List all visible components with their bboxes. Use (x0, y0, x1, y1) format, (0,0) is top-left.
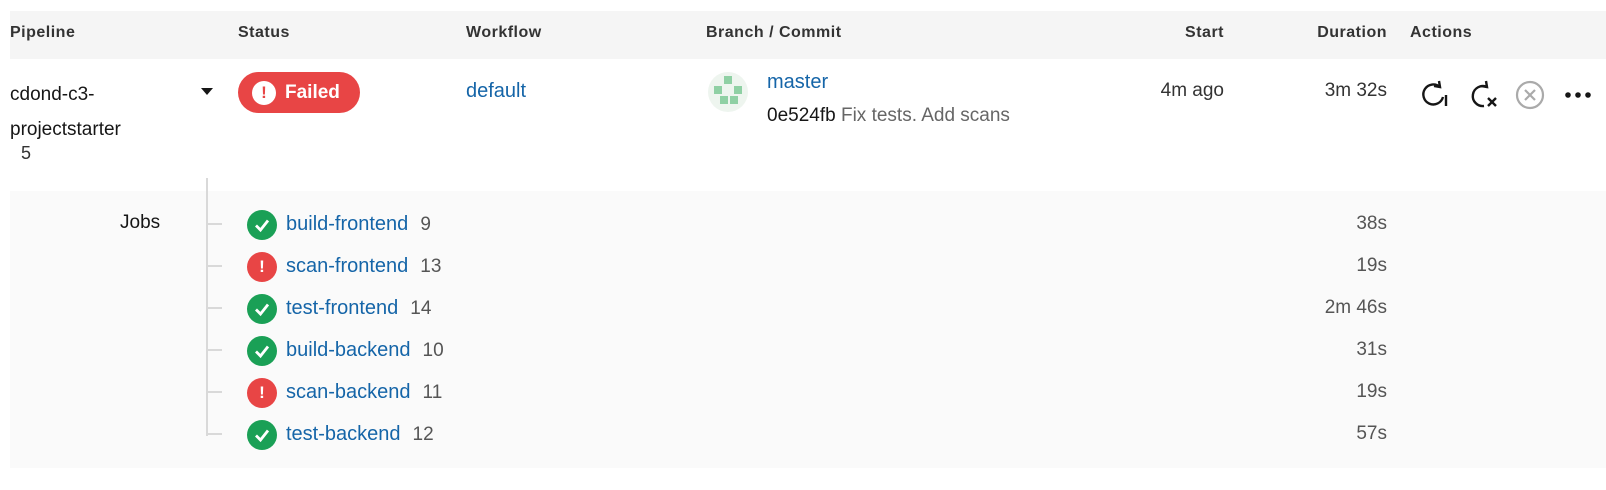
pipeline-name: cdond-c3-projectstarter (10, 84, 121, 140)
avatar (708, 72, 748, 112)
job-number: 13 (420, 256, 442, 277)
tree-branch (208, 307, 222, 309)
column-header-pipeline: Pipeline (10, 24, 76, 41)
table-row: ! scan-frontend 13 19s (0, 245, 1606, 287)
job-link[interactable]: scan-frontend (286, 255, 408, 277)
commit-info: 0e524fb Fix tests. Add scans (767, 105, 1010, 127)
tree-branch (208, 433, 222, 435)
error-icon: ! (247, 252, 277, 282)
column-header-workflow: Workflow (466, 24, 542, 41)
more-icon[interactable] (1561, 78, 1595, 112)
job-link[interactable]: test-backend (286, 423, 401, 445)
error-icon: ! (247, 378, 277, 408)
pipeline-number: 5 (21, 143, 32, 163)
tree-branch (208, 223, 222, 225)
table-row: build-frontend 9 38s (0, 203, 1606, 245)
job-link[interactable]: test-frontend (286, 297, 398, 319)
table-row: ! scan-backend 11 19s (0, 371, 1606, 413)
job-link[interactable]: build-backend (286, 339, 411, 361)
table-row: test-backend 12 57s (0, 413, 1606, 455)
pipeline-duration: 3m 32s (1324, 80, 1387, 101)
table-row: test-frontend 14 2m 46s (0, 287, 1606, 329)
job-name: build-backend 10 (286, 339, 444, 362)
tree-branch (208, 265, 222, 267)
success-icon (247, 210, 277, 240)
job-duration: 2m 46s (1324, 297, 1387, 318)
column-header-status: Status (238, 24, 290, 41)
success-icon (247, 294, 277, 324)
job-name: test-backend 12 (286, 423, 434, 446)
pipeline-start: 4m ago (1160, 80, 1224, 101)
column-header-start: Start (1185, 24, 1224, 41)
job-number: 10 (422, 340, 444, 361)
error-icon: ! (252, 80, 276, 105)
rerun-icon[interactable] (1418, 78, 1452, 112)
status-badge[interactable]: ! Failed (238, 72, 360, 113)
tree-branch (208, 349, 222, 351)
commit-message: Fix tests. Add scans (840, 105, 1010, 126)
workflow-link[interactable]: default (466, 80, 526, 103)
column-header-actions: Actions (1410, 24, 1473, 41)
expand-caret-icon[interactable] (201, 88, 213, 95)
job-duration: 38s (1356, 213, 1387, 234)
column-header-branch-commit: Branch / Commit (706, 24, 842, 41)
tree-branch (208, 391, 222, 393)
table-row: build-backend 10 31s (0, 329, 1606, 371)
success-icon (247, 336, 277, 366)
status-label: Failed (285, 81, 340, 103)
job-duration: 57s (1356, 423, 1387, 444)
success-icon (247, 420, 277, 450)
job-number: 11 (422, 382, 443, 403)
job-number: 9 (420, 214, 431, 235)
job-name: build-frontend 9 (286, 213, 431, 236)
job-number: 14 (410, 298, 432, 319)
job-name: scan-backend 11 (286, 381, 442, 404)
job-duration: 19s (1356, 381, 1387, 402)
rerun-failed-icon[interactable] (1466, 78, 1500, 112)
job-duration: 31s (1356, 339, 1387, 360)
commit-sha[interactable]: 0e524fb (767, 105, 836, 126)
job-duration: 19s (1356, 255, 1387, 276)
job-link[interactable]: build-frontend (286, 213, 408, 235)
column-header-duration: Duration (1317, 24, 1387, 41)
job-name: test-frontend 14 (286, 297, 431, 320)
cancel-icon[interactable] (1513, 78, 1547, 112)
job-name: scan-frontend 13 (286, 255, 441, 278)
job-number: 12 (412, 424, 434, 445)
job-link[interactable]: scan-backend (286, 381, 411, 403)
branch-link[interactable]: master (767, 71, 828, 94)
